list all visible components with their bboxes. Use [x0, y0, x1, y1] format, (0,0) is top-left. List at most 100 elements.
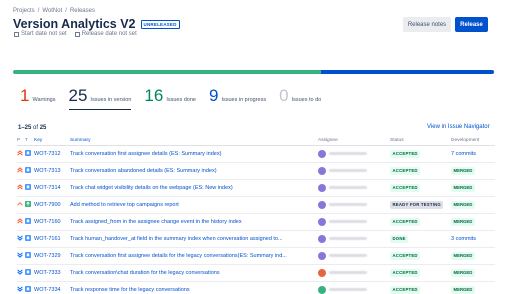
start-date[interactable]: Start date not set — [14, 31, 67, 37]
stat-issues-to-do[interactable]: 0 Issues to do — [279, 86, 321, 110]
avatar — [318, 183, 326, 192]
avatar — [318, 285, 326, 294]
status-badge[interactable]: ACCEPTED — [390, 285, 421, 294]
story-type-icon — [25, 268, 31, 275]
issue-summary-link[interactable]: Track conversation first assignee detail… — [70, 253, 310, 259]
stat-issues-in-version[interactable]: 25 Issues in version — [68, 86, 132, 110]
status-badge[interactable]: DONE — [390, 234, 409, 243]
assignee[interactable] — [318, 285, 390, 294]
status-cell: ACCEPTED — [390, 281, 451, 294]
issue-key-link[interactable]: WOT-7161 — [34, 230, 70, 248]
type-cell — [25, 281, 34, 294]
story-type-icon — [25, 285, 31, 292]
issue-key-link[interactable]: WOT-7900 — [34, 196, 70, 214]
development-merged-badge[interactable]: MERGED — [451, 285, 475, 294]
table-row[interactable]: WOT-7329 Track conversation first assign… — [17, 247, 495, 265]
table-row[interactable]: WOT-7900 Add method to retrieve top camp… — [17, 196, 495, 214]
issues-table: P T Key Summary Assignee Status Developm… — [17, 136, 495, 294]
table-row[interactable]: WOT-7161 Track human_handover_at field i… — [17, 230, 495, 248]
issue-count-of: of — [33, 125, 39, 131]
assignee-name-blurred — [329, 169, 367, 172]
issue-summary-link[interactable]: Track human_handover_at field in the sum… — [70, 236, 310, 242]
breadcrumb-wotnot[interactable]: WotNot — [42, 8, 62, 14]
development-cell: MERGED — [451, 281, 495, 294]
development-merged-badge[interactable]: MERGED — [451, 251, 475, 260]
assignee[interactable] — [318, 217, 390, 226]
breadcrumb-separator: / — [65, 8, 67, 14]
issue-key-link[interactable]: WOT-7334 — [34, 281, 70, 294]
status-badge[interactable]: ACCEPTED — [390, 149, 421, 158]
start-date-label: Start date not set — [21, 31, 67, 37]
column-header-development[interactable]: Development — [451, 136, 495, 146]
type-cell — [25, 196, 34, 214]
assignee-cell — [318, 281, 390, 294]
assignee[interactable] — [318, 183, 390, 192]
assignee-cell — [318, 247, 390, 265]
column-header-summary[interactable]: Summary — [70, 136, 318, 146]
development-commits-link[interactable]: 7 commits — [451, 151, 476, 157]
assignee[interactable] — [318, 251, 390, 260]
status-badge[interactable]: ACCEPTED — [390, 183, 421, 192]
issue-key-link[interactable]: WOT-7314 — [34, 179, 70, 197]
calendar-icon — [14, 31, 19, 37]
status-badge[interactable]: ACCEPTED — [390, 251, 421, 260]
development-merged-badge[interactable]: MERGED — [451, 200, 475, 209]
assignee[interactable] — [318, 166, 390, 175]
development-merged-badge[interactable]: MERGED — [451, 183, 475, 192]
issue-summary-link[interactable]: Track conversation abandoned details (ES… — [70, 168, 310, 174]
column-header-key[interactable]: Key — [34, 136, 70, 146]
story-type-icon — [25, 217, 31, 224]
issue-summary-link[interactable]: Track response time for the legacy conve… — [70, 287, 310, 293]
stat-issues-done[interactable]: 16 Issues done — [144, 86, 196, 110]
table-row[interactable]: WOT-7334 Track response time for the leg… — [17, 281, 495, 294]
assignee[interactable] — [318, 200, 390, 209]
issue-summary-link[interactable]: Track conversation first assignee detail… — [70, 151, 310, 157]
stat-issues-in-progress[interactable]: 9 Issues in progress — [209, 86, 266, 110]
release-button[interactable]: Release — [455, 17, 488, 32]
table-row[interactable]: WOT-7160 Track assigned_from in the assi… — [17, 213, 495, 231]
priority-highest-icon — [17, 183, 23, 190]
column-header-assignee[interactable]: Assignee — [318, 136, 390, 146]
story-type-icon — [25, 234, 31, 241]
development-commits-link[interactable]: 3 commits — [451, 236, 476, 242]
issue-summary-link[interactable]: Track conversation\chat duration for the… — [70, 270, 310, 276]
breadcrumb-projects[interactable]: Projects — [13, 8, 35, 14]
version-dates: Start date not set Release date not set — [14, 31, 137, 37]
column-header-priority[interactable]: P — [17, 136, 25, 146]
table-row[interactable]: WOT-7312 Track conversation first assign… — [17, 145, 495, 163]
issue-key-link[interactable]: WOT-7312 — [34, 145, 70, 163]
issue-key-link[interactable]: WOT-7329 — [34, 247, 70, 265]
issue-key-link[interactable]: WOT-7313 — [34, 162, 70, 180]
assignee[interactable] — [318, 234, 390, 243]
issue-key-link[interactable]: WOT-7333 — [34, 264, 70, 282]
status-badge[interactable]: READY FOR TESTING — [390, 200, 444, 209]
view-in-issue-navigator-link[interactable]: View in Issue Navigator — [427, 124, 490, 130]
table-row[interactable]: WOT-7313 Track conversation abandoned de… — [17, 162, 495, 180]
issue-summary-link[interactable]: Track chat widget visibility details on … — [70, 185, 310, 191]
status-badge[interactable]: ACCEPTED — [390, 268, 421, 277]
progress-done-segment — [13, 70, 321, 74]
column-header-status[interactable]: Status — [390, 136, 451, 146]
assignee-name-blurred — [329, 186, 367, 189]
development-merged-badge[interactable]: MERGED — [451, 166, 475, 175]
assignee[interactable] — [318, 149, 390, 158]
issue-key-link[interactable]: WOT-7160 — [34, 213, 70, 231]
development-merged-badge[interactable]: MERGED — [451, 268, 475, 277]
issue-summary-cell: Track conversation\chat duration for the… — [70, 264, 318, 282]
assignee[interactable] — [318, 268, 390, 277]
table-row[interactable]: WOT-7333 Track conversation\chat duratio… — [17, 264, 495, 282]
issue-summary-link[interactable]: Track assigned_from in the assignee chan… — [70, 219, 310, 225]
breadcrumb-releases[interactable]: Releases — [70, 8, 95, 14]
status-badge[interactable]: ACCEPTED — [390, 217, 421, 226]
column-header-type[interactable]: T — [25, 136, 34, 146]
status-cell: ACCEPTED — [390, 179, 451, 197]
development-merged-badge[interactable]: MERGED — [451, 217, 475, 226]
release-notes-button[interactable]: Release notes — [403, 17, 451, 32]
stat-warnings[interactable]: 1 Warnings — [20, 86, 56, 110]
story-type-icon — [25, 149, 31, 156]
issue-summary-link[interactable]: Add method to retrieve top campaigns rep… — [70, 202, 310, 208]
table-row[interactable]: WOT-7314 Track chat widget visibility de… — [17, 179, 495, 197]
priority-cell — [17, 145, 25, 163]
release-date[interactable]: Release date not set — [74, 31, 137, 37]
status-badge[interactable]: ACCEPTED — [390, 166, 421, 175]
